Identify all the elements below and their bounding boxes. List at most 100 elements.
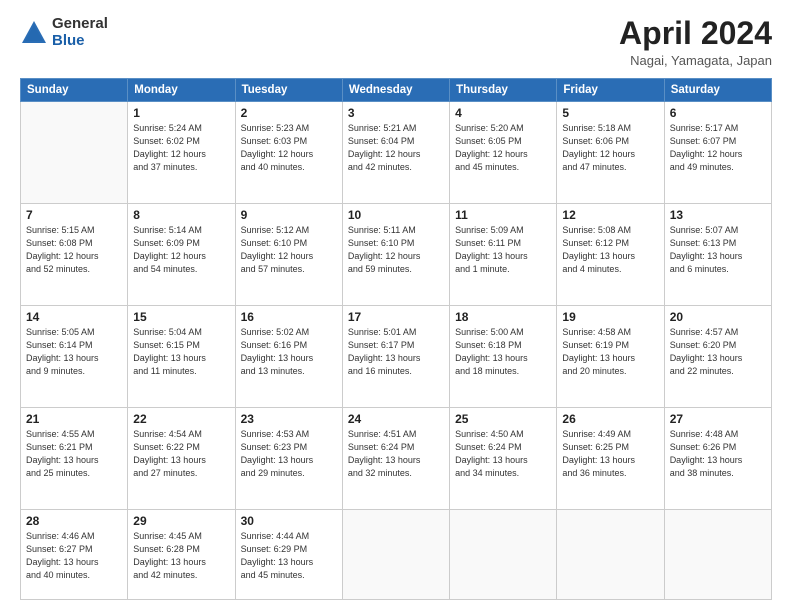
day-number: 14 bbox=[26, 310, 122, 324]
day-number: 2 bbox=[241, 106, 337, 120]
calendar-cell: 8 Sunrise: 5:14 AM Sunset: 6:09 PM Daylig… bbox=[128, 204, 235, 306]
location: Nagai, Yamagata, Japan bbox=[619, 53, 772, 68]
calendar-cell: 13Sunrise: 5:07 AM Sunset: 6:13 PM Dayli… bbox=[664, 204, 771, 306]
calendar-week-row: 1Sunrise: 5:24 AM Sunset: 6:02 PM Daylig… bbox=[21, 102, 772, 204]
day-number: 8 bbox=[133, 208, 229, 222]
calendar-cell: 19 Sunrise: 4:58 AM Sunset: 6:19 PM Dayli… bbox=[557, 305, 664, 407]
day-number: 13 bbox=[670, 208, 766, 222]
calendar-cell: 16 Sunrise: 5:02 AM Sunset: 6:16 PM Dayli… bbox=[235, 305, 342, 407]
day-info: Sunrise: 4:54 AM Sunset: 6:22 PM Dayligh… bbox=[133, 428, 229, 480]
day-info: Sunrise: 5:18 AM Sunset: 6:06 PM Dayligh… bbox=[562, 122, 658, 174]
calendar-cell: 26 Sunrise: 4:49 AM Sunset: 6:25 PM Dayli… bbox=[557, 407, 664, 509]
calendar-cell: 9Sunrise: 5:12 AM Sunset: 6:10 PM Daylig… bbox=[235, 204, 342, 306]
day-number: 3 bbox=[348, 106, 444, 120]
day-info: Sunrise: 4:49 AM Sunset: 6:25 PM Dayligh… bbox=[562, 428, 658, 480]
calendar-cell bbox=[342, 509, 449, 599]
calendar-cell: 15 Sunrise: 5:04 AM Sunset: 6:15 PM Dayli… bbox=[128, 305, 235, 407]
day-number: 7 bbox=[26, 208, 122, 222]
day-number: 6 bbox=[670, 106, 766, 120]
day-info: Sunrise: 5:23 AM Sunset: 6:03 PM Dayligh… bbox=[241, 122, 337, 174]
day-info: Sunrise: 5:02 AM Sunset: 6:16 PM Dayligh… bbox=[241, 326, 337, 378]
calendar-cell: 12Sunrise: 5:08 AM Sunset: 6:12 PM Dayli… bbox=[557, 204, 664, 306]
day-number: 22 bbox=[133, 412, 229, 426]
day-info: Sunrise: 5:24 AM Sunset: 6:02 PM Dayligh… bbox=[133, 122, 229, 174]
day-info: Sunrise: 4:46 AM Sunset: 6:27 PM Dayligh… bbox=[26, 530, 122, 582]
day-info: Sunrise: 4:48 AM Sunset: 6:26 PM Dayligh… bbox=[670, 428, 766, 480]
day-number: 19 bbox=[562, 310, 658, 324]
day-info: Sunrise: 5:21 AM Sunset: 6:04 PM Dayligh… bbox=[348, 122, 444, 174]
day-info: Sunrise: 4:53 AM Sunset: 6:23 PM Dayligh… bbox=[241, 428, 337, 480]
day-number: 25 bbox=[455, 412, 551, 426]
calendar-cell: 22 Sunrise: 4:54 AM Sunset: 6:22 PM Dayli… bbox=[128, 407, 235, 509]
day-info: Sunrise: 4:51 AM Sunset: 6:24 PM Dayligh… bbox=[348, 428, 444, 480]
calendar-day-header: Thursday bbox=[450, 79, 557, 102]
calendar-cell: 7 Sunrise: 5:15 AM Sunset: 6:08 PM Daylig… bbox=[21, 204, 128, 306]
calendar-table: SundayMondayTuesdayWednesdayThursdayFrid… bbox=[20, 78, 772, 600]
calendar-cell: 6 Sunrise: 5:17 AM Sunset: 6:07 PM Daylig… bbox=[664, 102, 771, 204]
logo-blue-text: Blue bbox=[52, 33, 108, 50]
day-info: Sunrise: 4:55 AM Sunset: 6:21 PM Dayligh… bbox=[26, 428, 122, 480]
calendar-cell: 30Sunrise: 4:44 AM Sunset: 6:29 PM Dayli… bbox=[235, 509, 342, 599]
calendar-cell: 10 Sunrise: 5:11 AM Sunset: 6:10 PM Dayli… bbox=[342, 204, 449, 306]
calendar-cell: 21Sunrise: 4:55 AM Sunset: 6:21 PM Dayli… bbox=[21, 407, 128, 509]
day-number: 20 bbox=[670, 310, 766, 324]
day-info: Sunrise: 5:11 AM Sunset: 6:10 PM Dayligh… bbox=[348, 224, 444, 276]
calendar-cell: 23 Sunrise: 4:53 AM Sunset: 6:23 PM Dayli… bbox=[235, 407, 342, 509]
day-info: Sunrise: 5:05 AM Sunset: 6:14 PM Dayligh… bbox=[26, 326, 122, 378]
day-number: 16 bbox=[241, 310, 337, 324]
day-info: Sunrise: 5:01 AM Sunset: 6:17 PM Dayligh… bbox=[348, 326, 444, 378]
day-number: 28 bbox=[26, 514, 122, 528]
calendar-cell bbox=[21, 102, 128, 204]
calendar-day-header: Friday bbox=[557, 79, 664, 102]
day-number: 5 bbox=[562, 106, 658, 120]
day-info: Sunrise: 4:50 AM Sunset: 6:24 PM Dayligh… bbox=[455, 428, 551, 480]
calendar-cell: 3 Sunrise: 5:21 AM Sunset: 6:04 PM Daylig… bbox=[342, 102, 449, 204]
day-number: 18 bbox=[455, 310, 551, 324]
calendar-cell: 5 Sunrise: 5:18 AM Sunset: 6:06 PM Daylig… bbox=[557, 102, 664, 204]
page: General Blue April 2024 Nagai, Yamagata,… bbox=[0, 0, 792, 612]
day-info: Sunrise: 4:57 AM Sunset: 6:20 PM Dayligh… bbox=[670, 326, 766, 378]
day-info: Sunrise: 5:08 AM Sunset: 6:12 PM Dayligh… bbox=[562, 224, 658, 276]
calendar-day-header: Tuesday bbox=[235, 79, 342, 102]
calendar-cell: 18 Sunrise: 5:00 AM Sunset: 6:18 PM Dayli… bbox=[450, 305, 557, 407]
calendar-week-row: 28 Sunrise: 4:46 AM Sunset: 6:27 PM Dayli… bbox=[21, 509, 772, 599]
day-number: 23 bbox=[241, 412, 337, 426]
logo-icon bbox=[20, 19, 48, 47]
calendar-day-header: Wednesday bbox=[342, 79, 449, 102]
day-number: 15 bbox=[133, 310, 229, 324]
day-number: 17 bbox=[348, 310, 444, 324]
day-info: Sunrise: 4:45 AM Sunset: 6:28 PM Dayligh… bbox=[133, 530, 229, 582]
calendar-cell: 20 Sunrise: 4:57 AM Sunset: 6:20 PM Dayli… bbox=[664, 305, 771, 407]
logo-text: General Blue bbox=[52, 16, 108, 49]
day-number: 26 bbox=[562, 412, 658, 426]
calendar-cell: 1Sunrise: 5:24 AM Sunset: 6:02 PM Daylig… bbox=[128, 102, 235, 204]
calendar-cell: 11Sunrise: 5:09 AM Sunset: 6:11 PM Dayli… bbox=[450, 204, 557, 306]
day-info: Sunrise: 5:17 AM Sunset: 6:07 PM Dayligh… bbox=[670, 122, 766, 174]
calendar-week-row: 14 Sunrise: 5:05 AM Sunset: 6:14 PM Dayli… bbox=[21, 305, 772, 407]
day-info: Sunrise: 4:58 AM Sunset: 6:19 PM Dayligh… bbox=[562, 326, 658, 378]
calendar-day-header: Sunday bbox=[21, 79, 128, 102]
logo: General Blue bbox=[20, 16, 108, 49]
calendar-header-row: SundayMondayTuesdayWednesdayThursdayFrid… bbox=[21, 79, 772, 102]
calendar-cell: 27 Sunrise: 4:48 AM Sunset: 6:26 PM Dayli… bbox=[664, 407, 771, 509]
day-info: Sunrise: 5:15 AM Sunset: 6:08 PM Dayligh… bbox=[26, 224, 122, 276]
day-number: 9 bbox=[241, 208, 337, 222]
day-info: Sunrise: 5:00 AM Sunset: 6:18 PM Dayligh… bbox=[455, 326, 551, 378]
month-title: April 2024 bbox=[619, 16, 772, 51]
day-number: 4 bbox=[455, 106, 551, 120]
day-number: 10 bbox=[348, 208, 444, 222]
logo-general-text: General bbox=[52, 16, 108, 33]
day-info: Sunrise: 5:14 AM Sunset: 6:09 PM Dayligh… bbox=[133, 224, 229, 276]
calendar-week-row: 7 Sunrise: 5:15 AM Sunset: 6:08 PM Daylig… bbox=[21, 204, 772, 306]
day-number: 24 bbox=[348, 412, 444, 426]
calendar-cell: 28 Sunrise: 4:46 AM Sunset: 6:27 PM Dayli… bbox=[21, 509, 128, 599]
day-number: 29 bbox=[133, 514, 229, 528]
day-number: 11 bbox=[455, 208, 551, 222]
calendar-cell: 14 Sunrise: 5:05 AM Sunset: 6:14 PM Dayli… bbox=[21, 305, 128, 407]
calendar-day-header: Monday bbox=[128, 79, 235, 102]
header: General Blue April 2024 Nagai, Yamagata,… bbox=[20, 16, 772, 68]
calendar-day-header: Saturday bbox=[664, 79, 771, 102]
day-number: 27 bbox=[670, 412, 766, 426]
calendar-cell bbox=[664, 509, 771, 599]
day-info: Sunrise: 5:04 AM Sunset: 6:15 PM Dayligh… bbox=[133, 326, 229, 378]
